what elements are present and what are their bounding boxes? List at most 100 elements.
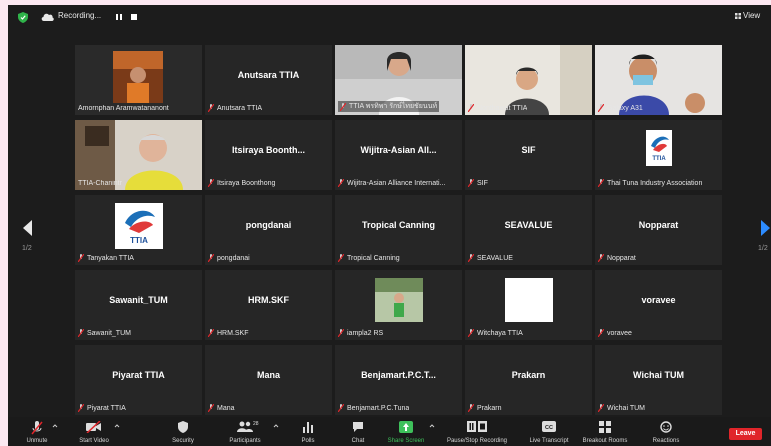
pause-stop-recording-button[interactable]: Pause/Stop Recording bbox=[444, 417, 510, 446]
breakout-rooms-button[interactable]: Breakout Rooms bbox=[577, 417, 633, 446]
muted-microphone-icon bbox=[31, 421, 43, 435]
muted-mic-icon bbox=[468, 404, 474, 412]
security-shield-icon[interactable] bbox=[18, 12, 28, 23]
participant-name: Wichai TUM bbox=[598, 404, 645, 412]
participant-tile[interactable]: Mana Mana bbox=[205, 345, 332, 415]
participant-display-name: Nopparat bbox=[638, 220, 679, 230]
participant-tile[interactable]: TTIA Thai Tuna Industry Association bbox=[595, 120, 722, 190]
participant-tile[interactable]: SEAVALUE SEAVALUE bbox=[465, 195, 592, 265]
participant-tile[interactable]: TTIA พรทิพา รักษ์ไทยชัยนนท์ bbox=[335, 45, 462, 115]
participant-tile[interactable]: Sawanit_TUM Sawanit_TUM bbox=[75, 270, 202, 340]
participant-tile[interactable]: Nonthawat TTIA bbox=[465, 45, 592, 115]
muted-mic-icon bbox=[340, 102, 346, 111]
participant-tile[interactable]: HRM.SKF HRM.SKF bbox=[205, 270, 332, 340]
previous-page-arrow-icon[interactable] bbox=[20, 218, 34, 238]
participant-tile[interactable]: Tropical Canning Tropical Canning bbox=[335, 195, 462, 265]
participant-name: Nopparat bbox=[598, 254, 636, 262]
participant-display-name: Prakarn bbox=[511, 370, 546, 380]
participant-display-name: Mana bbox=[256, 370, 280, 380]
participant-tile[interactable]: Amornphan Aramwatananont bbox=[75, 45, 202, 115]
participant-name: Anutsara TTIA bbox=[208, 104, 262, 112]
participant-name: Thai Tuna Industry Association bbox=[598, 179, 702, 187]
next-page-arrow-icon[interactable] bbox=[759, 218, 771, 238]
participant-tile[interactable]: Benjamart.P.C.T... Benjamart.P.C.Tuna bbox=[335, 345, 462, 415]
participant-tile[interactable]: Itsiraya Boonth... Itsiraya Boonthong bbox=[205, 120, 332, 190]
participant-tile[interactable]: Galaxy A31 bbox=[595, 45, 722, 115]
live-transcript-button[interactable]: CC Live Transcript bbox=[523, 417, 575, 446]
muted-mic-icon bbox=[338, 179, 344, 187]
chat-icon bbox=[353, 422, 363, 432]
muted-mic-icon bbox=[468, 179, 474, 187]
muted-mic-icon bbox=[338, 404, 344, 412]
svg-text:TTIA: TTIA bbox=[130, 236, 148, 245]
muted-mic-icon bbox=[78, 329, 84, 337]
muted-mic-icon bbox=[208, 404, 214, 412]
share-options-caret-icon[interactable] bbox=[429, 423, 435, 429]
participant-name: Tanyakan TTIA bbox=[78, 254, 134, 262]
participant-tile[interactable]: Wijitra-Asian All... Wijitra-Asian Allia… bbox=[335, 120, 462, 190]
video-off-icon bbox=[86, 421, 101, 433]
participant-name: Piyarat TTIA bbox=[78, 404, 126, 412]
participant-tile[interactable]: TTIA Tanyakan TTIA bbox=[75, 195, 202, 265]
audio-options-caret-icon[interactable] bbox=[52, 423, 58, 429]
participant-tile[interactable]: Witchaya TTIA bbox=[465, 270, 592, 340]
participant-display-name: SEAVALUE bbox=[504, 220, 553, 230]
muted-mic-icon bbox=[468, 254, 474, 262]
chat-button[interactable]: Chat bbox=[343, 417, 373, 446]
participant-name: Benjamart.P.C.Tuna bbox=[338, 404, 409, 412]
video-options-caret-icon[interactable] bbox=[114, 423, 120, 429]
participant-tile[interactable]: Nopparat Nopparat bbox=[595, 195, 722, 265]
security-button[interactable]: Security bbox=[163, 417, 203, 446]
participant-name: Tropical Canning bbox=[338, 254, 400, 262]
share-screen-button[interactable]: Share Screen bbox=[384, 417, 428, 446]
participant-name: iampla2 RS bbox=[338, 329, 383, 337]
participant-name: Sawanit_TUM bbox=[78, 329, 131, 337]
zoom-meeting-window: Recording... View 1/2 1/2 Amornphan Aram… bbox=[8, 5, 771, 446]
participant-display-name: SIF bbox=[521, 145, 536, 155]
share-screen-icon bbox=[399, 421, 413, 433]
participant-name: TTIA พรทิพา รักษ์ไทยชัยนนท์ bbox=[338, 101, 440, 112]
pause-stop-recording-icon bbox=[467, 421, 487, 432]
participant-name: SIF bbox=[468, 179, 488, 187]
participant-tile-active-speaker[interactable]: TTIA-Chanintr bbox=[75, 120, 202, 190]
participant-display-name: Tropical Canning bbox=[361, 220, 435, 230]
muted-mic-icon bbox=[208, 179, 214, 187]
polls-button[interactable]: Polls bbox=[293, 417, 323, 446]
participant-display-name: Wijitra-Asian All... bbox=[360, 145, 437, 155]
participant-tile[interactable]: voravee voravee bbox=[595, 270, 722, 340]
start-video-button[interactable]: Start Video bbox=[72, 417, 116, 446]
pause-recording-icon[interactable] bbox=[116, 14, 122, 20]
muted-mic-icon bbox=[468, 104, 474, 112]
closed-captions-icon: CC bbox=[542, 421, 556, 432]
leave-button[interactable]: Leave bbox=[729, 428, 762, 440]
participant-tile[interactable]: pongdanai pongdanai bbox=[205, 195, 332, 265]
participant-display-name: Piyarat TTIA bbox=[112, 370, 165, 380]
participants-button[interactable]: 28 Participants bbox=[220, 417, 270, 446]
participant-name: Amornphan Aramwatananont bbox=[78, 105, 169, 112]
muted-mic-icon bbox=[208, 329, 214, 337]
participant-tile[interactable]: Piyarat TTIA Piyarat TTIA bbox=[75, 345, 202, 415]
participant-tile[interactable]: SIF SIF bbox=[465, 120, 592, 190]
participant-tile[interactable]: Anutsara TTIA Anutsara TTIA bbox=[205, 45, 332, 115]
participant-name: voravee bbox=[598, 329, 632, 337]
view-button[interactable]: View bbox=[735, 11, 760, 20]
muted-mic-icon bbox=[78, 404, 84, 412]
participant-tile[interactable]: Prakarn Prakarn bbox=[465, 345, 592, 415]
muted-mic-icon bbox=[598, 104, 604, 112]
participant-tile[interactable]: Wichai TUM Wichai TUM bbox=[595, 345, 722, 415]
unmute-button[interactable]: Unmute bbox=[16, 417, 58, 446]
participant-tile[interactable]: iampla2 RS bbox=[335, 270, 462, 340]
participant-name: Nonthawat TTIA bbox=[468, 104, 527, 112]
stop-recording-icon[interactable] bbox=[131, 14, 137, 20]
muted-mic-icon bbox=[598, 329, 604, 337]
participant-name: TTIA-Chanintr bbox=[78, 180, 122, 187]
participant-name: Mana bbox=[208, 404, 235, 412]
participant-display-name: Itsiraya Boonth... bbox=[231, 145, 305, 155]
reactions-button[interactable]: Reactions bbox=[644, 417, 688, 446]
participants-options-caret-icon[interactable] bbox=[273, 423, 279, 429]
page-indicator-right: 1/2 bbox=[758, 245, 768, 252]
polls-icon bbox=[303, 422, 313, 433]
participant-name: pongdanai bbox=[208, 254, 250, 262]
muted-mic-icon bbox=[598, 179, 604, 187]
svg-text:TTIA: TTIA bbox=[652, 156, 666, 162]
